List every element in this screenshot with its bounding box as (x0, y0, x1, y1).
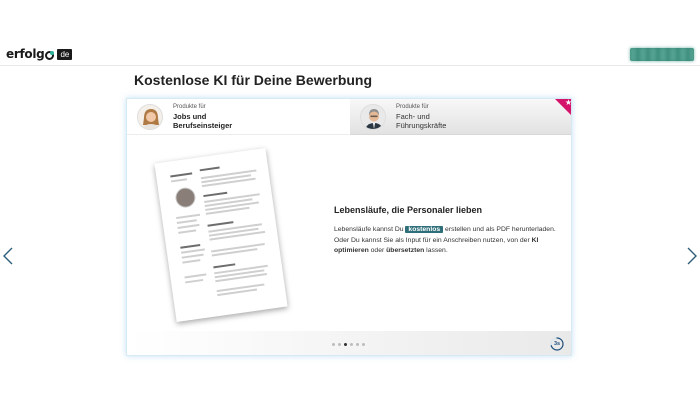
carousel-next-arrow-icon[interactable] (686, 246, 698, 266)
cv-line (180, 248, 205, 254)
tab-label: Jobs und Berufseinsteiger (173, 111, 233, 130)
slide-title: Lebensläufe, die Personaler lieben (334, 205, 483, 215)
cv-line (185, 278, 204, 283)
cv-line (176, 219, 197, 224)
timer-label: 3s (553, 341, 561, 347)
cv-line (182, 259, 201, 264)
carousel-footer: 3s (127, 331, 571, 355)
slide-content: Lebensläufe, die Personaler lieben Leben… (334, 205, 559, 257)
pagination-dot[interactable] (344, 343, 347, 346)
tab-small-label: Produkte für (396, 103, 429, 110)
cv-line (170, 178, 187, 182)
autoplay-timer[interactable]: 3s (550, 337, 564, 351)
cv-line (176, 213, 201, 219)
header-cta-button[interactable] (630, 48, 694, 61)
pagination-dot[interactable] (356, 343, 359, 346)
product-carousel-card: Produkte für Jobs und Berufseinsteiger P… (126, 98, 572, 356)
pagination-dot[interactable] (332, 343, 335, 346)
carousel-prev-arrow-icon[interactable] (2, 246, 14, 266)
cv-preview-image (154, 147, 288, 323)
cv-line (203, 191, 228, 197)
carousel-pagination (332, 343, 365, 346)
pagination-dot[interactable] (350, 343, 353, 346)
top-navigation-bar: erfolg de (0, 0, 700, 66)
cv-line (184, 273, 207, 278)
cv-line (178, 229, 197, 234)
erfolg-logo[interactable]: erfolg de (6, 47, 73, 61)
tab-label: Fach- und Führungskräfte (396, 111, 447, 130)
cv-line (181, 253, 204, 259)
pagination-dot[interactable] (362, 343, 365, 346)
tab-jobs-berufseinsteiger[interactable]: Produkte für Jobs und Berufseinsteiger (127, 99, 349, 135)
cv-line (180, 244, 201, 249)
page-title: Kostenlose KI für Deine Bewerbung (134, 72, 373, 88)
tab-fach-fuehrungskraefte[interactable]: Produkte für Fach- und Führungskräfte ★ (350, 98, 572, 135)
star-icon: ★ (564, 98, 572, 107)
logo-tld: de (57, 48, 73, 60)
cv-name-line (170, 172, 193, 177)
man-avatar (360, 103, 386, 130)
pagination-dot[interactable] (338, 343, 341, 346)
slide-text: oder (368, 247, 387, 255)
slide-text: Lebensläufe kannst Du (334, 226, 406, 233)
logo-o-mark (45, 50, 55, 60)
highlight-badge: kostenlos (405, 226, 444, 233)
cv-photo (174, 186, 197, 209)
logo-text: erfolg (6, 47, 45, 61)
cv-line (209, 230, 266, 241)
slide-description: Lebensläufe kannst Du kostenlos erstelle… (334, 225, 559, 257)
woman-avatar (137, 103, 163, 130)
cv-line (199, 166, 220, 171)
cv-line (177, 223, 200, 229)
cv-line (213, 263, 236, 268)
slide-bold-text: übersetzten (386, 247, 425, 255)
cv-line (207, 221, 234, 227)
slide-text: lassen. (424, 247, 448, 255)
blurred-button-label (630, 48, 694, 61)
tab-small-label: Produkte für (173, 103, 206, 110)
